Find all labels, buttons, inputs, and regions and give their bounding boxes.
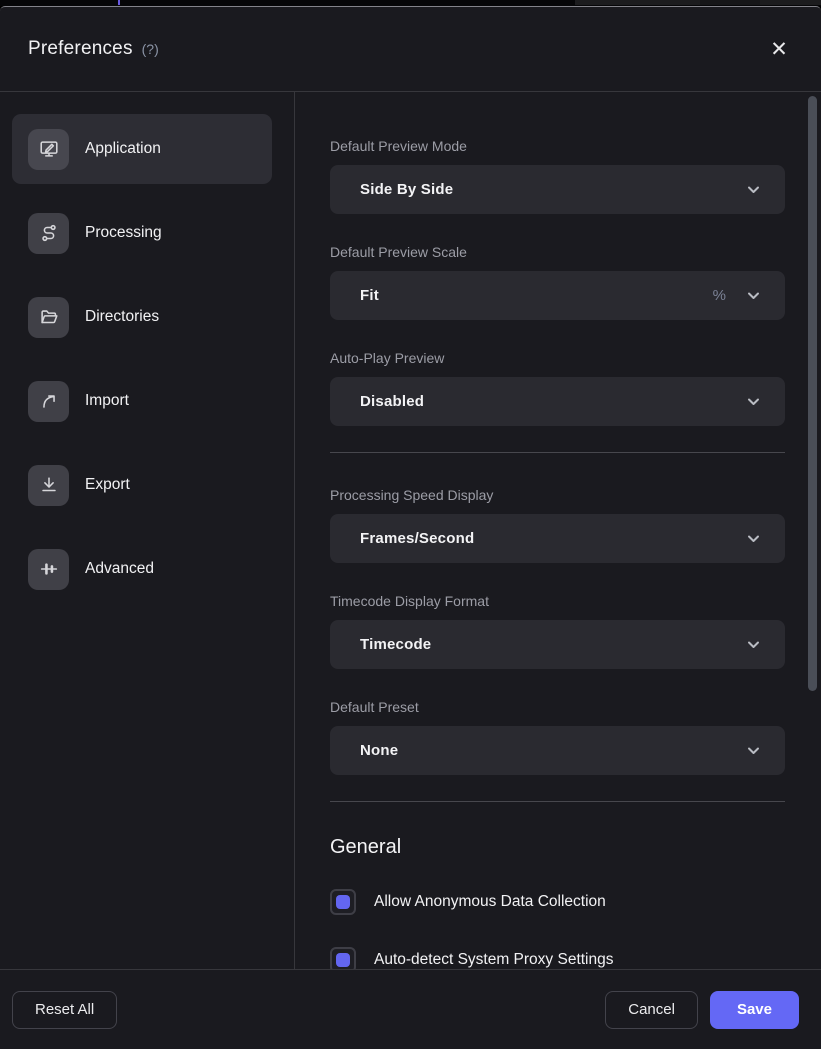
dropdown-value: Fit (360, 287, 379, 304)
percent-unit-label: % (713, 287, 726, 304)
dropdown-value: Timecode (360, 636, 431, 653)
dialog-body: Application Processing (0, 92, 821, 969)
field-timecode-display-format: Timecode Display Format Timecode (330, 593, 785, 669)
sidebar-item-label: Advanced (85, 560, 154, 578)
field-auto-play-preview: Auto-Play Preview Disabled (330, 350, 785, 426)
sidebar-item-import[interactable]: Import (12, 366, 272, 436)
close-icon[interactable]: ✕ (765, 35, 793, 63)
folder-open-icon (28, 297, 69, 338)
arrow-curve-up-right-icon (28, 381, 69, 422)
chevron-down-icon (744, 392, 763, 411)
section-divider (330, 801, 785, 802)
sidebar-item-label: Export (85, 476, 130, 494)
timecode-display-format-dropdown[interactable]: Timecode (330, 620, 785, 669)
preferences-content: Default Preview Mode Side By Side Defaul… (295, 92, 821, 969)
field-label: Auto-Play Preview (330, 350, 785, 366)
checkbox-label: Auto-detect System Proxy Settings (374, 951, 614, 969)
sidebar-item-label: Directories (85, 308, 159, 326)
sidebar-item-processing[interactable]: Processing (12, 198, 272, 268)
sidebar-item-application[interactable]: Application (12, 114, 272, 184)
auto-play-preview-dropdown[interactable]: Disabled (330, 377, 785, 426)
dropdown-value: Disabled (360, 393, 424, 410)
field-label: Timecode Display Format (330, 593, 785, 609)
download-icon (28, 465, 69, 506)
chevron-down-icon (744, 529, 763, 548)
default-preview-scale-dropdown[interactable]: Fit % (330, 271, 785, 320)
field-label: Processing Speed Display (330, 487, 785, 503)
chevron-down-icon (744, 180, 763, 199)
field-processing-speed-display: Processing Speed Display Frames/Second (330, 487, 785, 563)
sidebar-item-directories[interactable]: Directories (12, 282, 272, 352)
help-link[interactable]: (?) (142, 41, 159, 57)
checkbox-label: Allow Anonymous Data Collection (374, 893, 606, 911)
background-playhead-marker (118, 0, 120, 5)
preferences-sidebar: Application Processing (0, 92, 295, 969)
chevron-down-icon (744, 286, 763, 305)
default-preview-mode-dropdown[interactable]: Side By Side (330, 165, 785, 214)
field-label: Default Preview Mode (330, 138, 785, 154)
reset-all-button[interactable]: Reset All (12, 991, 117, 1029)
preferences-dialog: Preferences (?) ✕ Application (0, 6, 821, 1049)
dialog-title: Preferences (28, 38, 133, 60)
checkbox-row-system-proxy[interactable]: Auto-detect System Proxy Settings (330, 947, 785, 969)
sidebar-item-label: Processing (85, 224, 162, 242)
dialog-header: Preferences (?) ✕ (0, 7, 821, 92)
background-texture (700, 0, 760, 5)
checkbox-row-anonymous-data[interactable]: Allow Anonymous Data Collection (330, 889, 785, 915)
field-default-preset: Default Preset None (330, 699, 785, 775)
sliders-icon (28, 549, 69, 590)
dropdown-value: Side By Side (360, 181, 453, 198)
route-icon (28, 213, 69, 254)
dialog-footer: Reset All Cancel Save (0, 969, 821, 1049)
dropdown-value: None (360, 742, 398, 759)
chevron-down-icon (744, 635, 763, 654)
cancel-button[interactable]: Cancel (605, 991, 698, 1029)
section-divider (330, 452, 785, 453)
sidebar-item-export[interactable]: Export (12, 450, 272, 520)
background-texture (575, 0, 821, 5)
field-default-preview-scale: Default Preview Scale Fit % (330, 244, 785, 320)
chevron-down-icon (744, 741, 763, 760)
checkbox[interactable] (330, 947, 356, 969)
sidebar-item-label: Import (85, 392, 129, 410)
checkbox[interactable] (330, 889, 356, 915)
monitor-edit-icon (28, 129, 69, 170)
default-preset-dropdown[interactable]: None (330, 726, 785, 775)
field-default-preview-mode: Default Preview Mode Side By Side (330, 138, 785, 214)
vertical-scrollbar[interactable] (808, 96, 817, 691)
processing-speed-display-dropdown[interactable]: Frames/Second (330, 514, 785, 563)
general-section-heading: General (330, 836, 785, 859)
sidebar-item-label: Application (85, 140, 161, 158)
save-button[interactable]: Save (710, 991, 799, 1029)
field-label: Default Preset (330, 699, 785, 715)
field-label: Default Preview Scale (330, 244, 785, 260)
dropdown-value: Frames/Second (360, 530, 474, 547)
sidebar-item-advanced[interactable]: Advanced (12, 534, 272, 604)
